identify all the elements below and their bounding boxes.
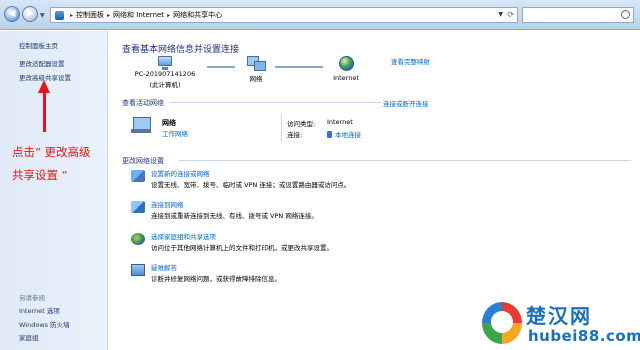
forward-button[interactable]: ▶: [22, 6, 38, 22]
map-computer[interactable]: PC-201907141206 (此计算机): [125, 56, 205, 89]
active-networks-heading: 查看活动网络: [122, 99, 164, 107]
new-connection-link[interactable]: 设置新的连接或网络: [151, 168, 210, 178]
new-connection-desc: 设置无线、宽带、拨号、临时或 VPN 连接；或设置路由器或访问点。: [151, 181, 351, 189]
troubleshoot-desc: 诊断并修复网络问题，或获得故障排除信息。: [151, 275, 281, 283]
network-type-link[interactable]: 工作网络: [162, 128, 188, 138]
change-settings-heading: 更改网络设置: [122, 157, 164, 165]
chevron-right-icon[interactable]: ▸: [70, 12, 73, 19]
sidebar-item-internet-options[interactable]: Internet 选项: [19, 305, 60, 315]
watermark-logo: 楚汉网 hubei88.com: [482, 300, 640, 350]
active-network-name: 网络: [162, 119, 176, 127]
computer-name: PC-201907141206: [134, 70, 196, 78]
see-also-heading: 另请参阅: [19, 294, 45, 302]
map-connector: [275, 66, 323, 68]
site-logo-icon: [482, 302, 522, 344]
computer-icon: [158, 56, 172, 70]
new-connection-icon: [131, 170, 145, 182]
address-toolbar: ◀ ▶ ▼ ▸ 控制面板 ▸ 网络和 Internet ▸ 网络和共享中心 ▼ …: [0, 0, 640, 30]
globe-icon: [338, 56, 354, 71]
map-network[interactable]: 网络: [236, 56, 276, 83]
page-title: 查看基本网络信息并设置连接: [122, 45, 240, 55]
connect-network-icon: [131, 201, 145, 213]
map-internet[interactable]: Internet: [324, 56, 368, 82]
back-button[interactable]: ◀: [4, 6, 20, 22]
network-icon: [247, 56, 266, 71]
section-divider: [179, 160, 631, 161]
breadcrumb-sharing-center[interactable]: 网络和共享中心: [173, 10, 222, 20]
local-connection-text: 本地连接: [335, 131, 361, 139]
sidebar-item-adapter-settings[interactable]: 更改适配器设置: [19, 58, 65, 68]
address-bar[interactable]: ▸ 控制面板 ▸ 网络和 Internet ▸ 网络和共享中心 ▼ ⟳: [50, 7, 518, 23]
chevron-right-icon[interactable]: ▸: [107, 12, 110, 19]
network-icon[interactable]: [131, 117, 153, 134]
map-connector: [207, 66, 235, 68]
address-dropdown-icon[interactable]: ▼: [498, 11, 503, 18]
local-connection-link[interactable]: 本地连接: [327, 129, 361, 139]
network-label: 网络: [249, 75, 263, 83]
homegroup-desc: 访问位于其他网络计算机上的文件和打印机，或更改共享设置。: [151, 244, 333, 252]
view-full-map-link[interactable]: 查看完整映射: [391, 56, 430, 66]
history-dropdown-icon[interactable]: ▼: [40, 12, 45, 19]
troubleshoot-icon: [131, 264, 145, 276]
section-divider: [169, 102, 381, 103]
control-panel-icon: [55, 10, 64, 20]
watermark-en: hubei88.com: [528, 327, 640, 345]
connect-disconnect-link[interactable]: 连接或断开连接: [383, 98, 429, 108]
homegroup-link[interactable]: 选择家庭组和共享选项: [151, 231, 216, 241]
watermark-cn: 楚汉网: [526, 304, 592, 328]
connections-label: 连接:: [287, 131, 303, 139]
search-input[interactable]: [522, 7, 634, 23]
homegroup-icon: [131, 233, 145, 245]
annotation-arrow: [43, 92, 46, 132]
sidebar-item-windows-firewall[interactable]: Windows 防火墙: [19, 319, 70, 329]
vertical-divider: [281, 114, 282, 142]
chevron-right-icon[interactable]: ▸: [167, 12, 170, 19]
breadcrumb-network-internet[interactable]: 网络和 Internet: [113, 10, 164, 20]
connection-icon: [327, 131, 332, 138]
connect-network-link[interactable]: 连接到网络: [151, 199, 184, 209]
sidebar: 控制面板主页 更改适配器设置 更改高级共享设置 另请参阅 Internet 选项…: [0, 31, 108, 350]
troubleshoot-link[interactable]: 疑难解答: [151, 262, 177, 272]
search-icon: [621, 10, 630, 19]
sidebar-item-control-panel-home[interactable]: 控制面板主页: [19, 40, 58, 50]
internet-label: Internet: [333, 74, 359, 82]
breadcrumb-control-panel[interactable]: 控制面板: [76, 10, 104, 20]
refresh-icon[interactable]: ⟳: [507, 10, 514, 19]
computer-sub: (此计算机): [149, 81, 181, 89]
sidebar-item-homegroup[interactable]: 家庭组: [19, 332, 39, 342]
access-type-value: Internet: [327, 118, 353, 126]
access-type-label: 访问类型:: [287, 120, 316, 128]
connect-network-desc: 连接到或重新连接到无线、有线、拨号或 VPN 网络连接。: [151, 212, 318, 220]
annotation-text: 点击“ 更改高级共享设置 ”: [12, 145, 91, 182]
